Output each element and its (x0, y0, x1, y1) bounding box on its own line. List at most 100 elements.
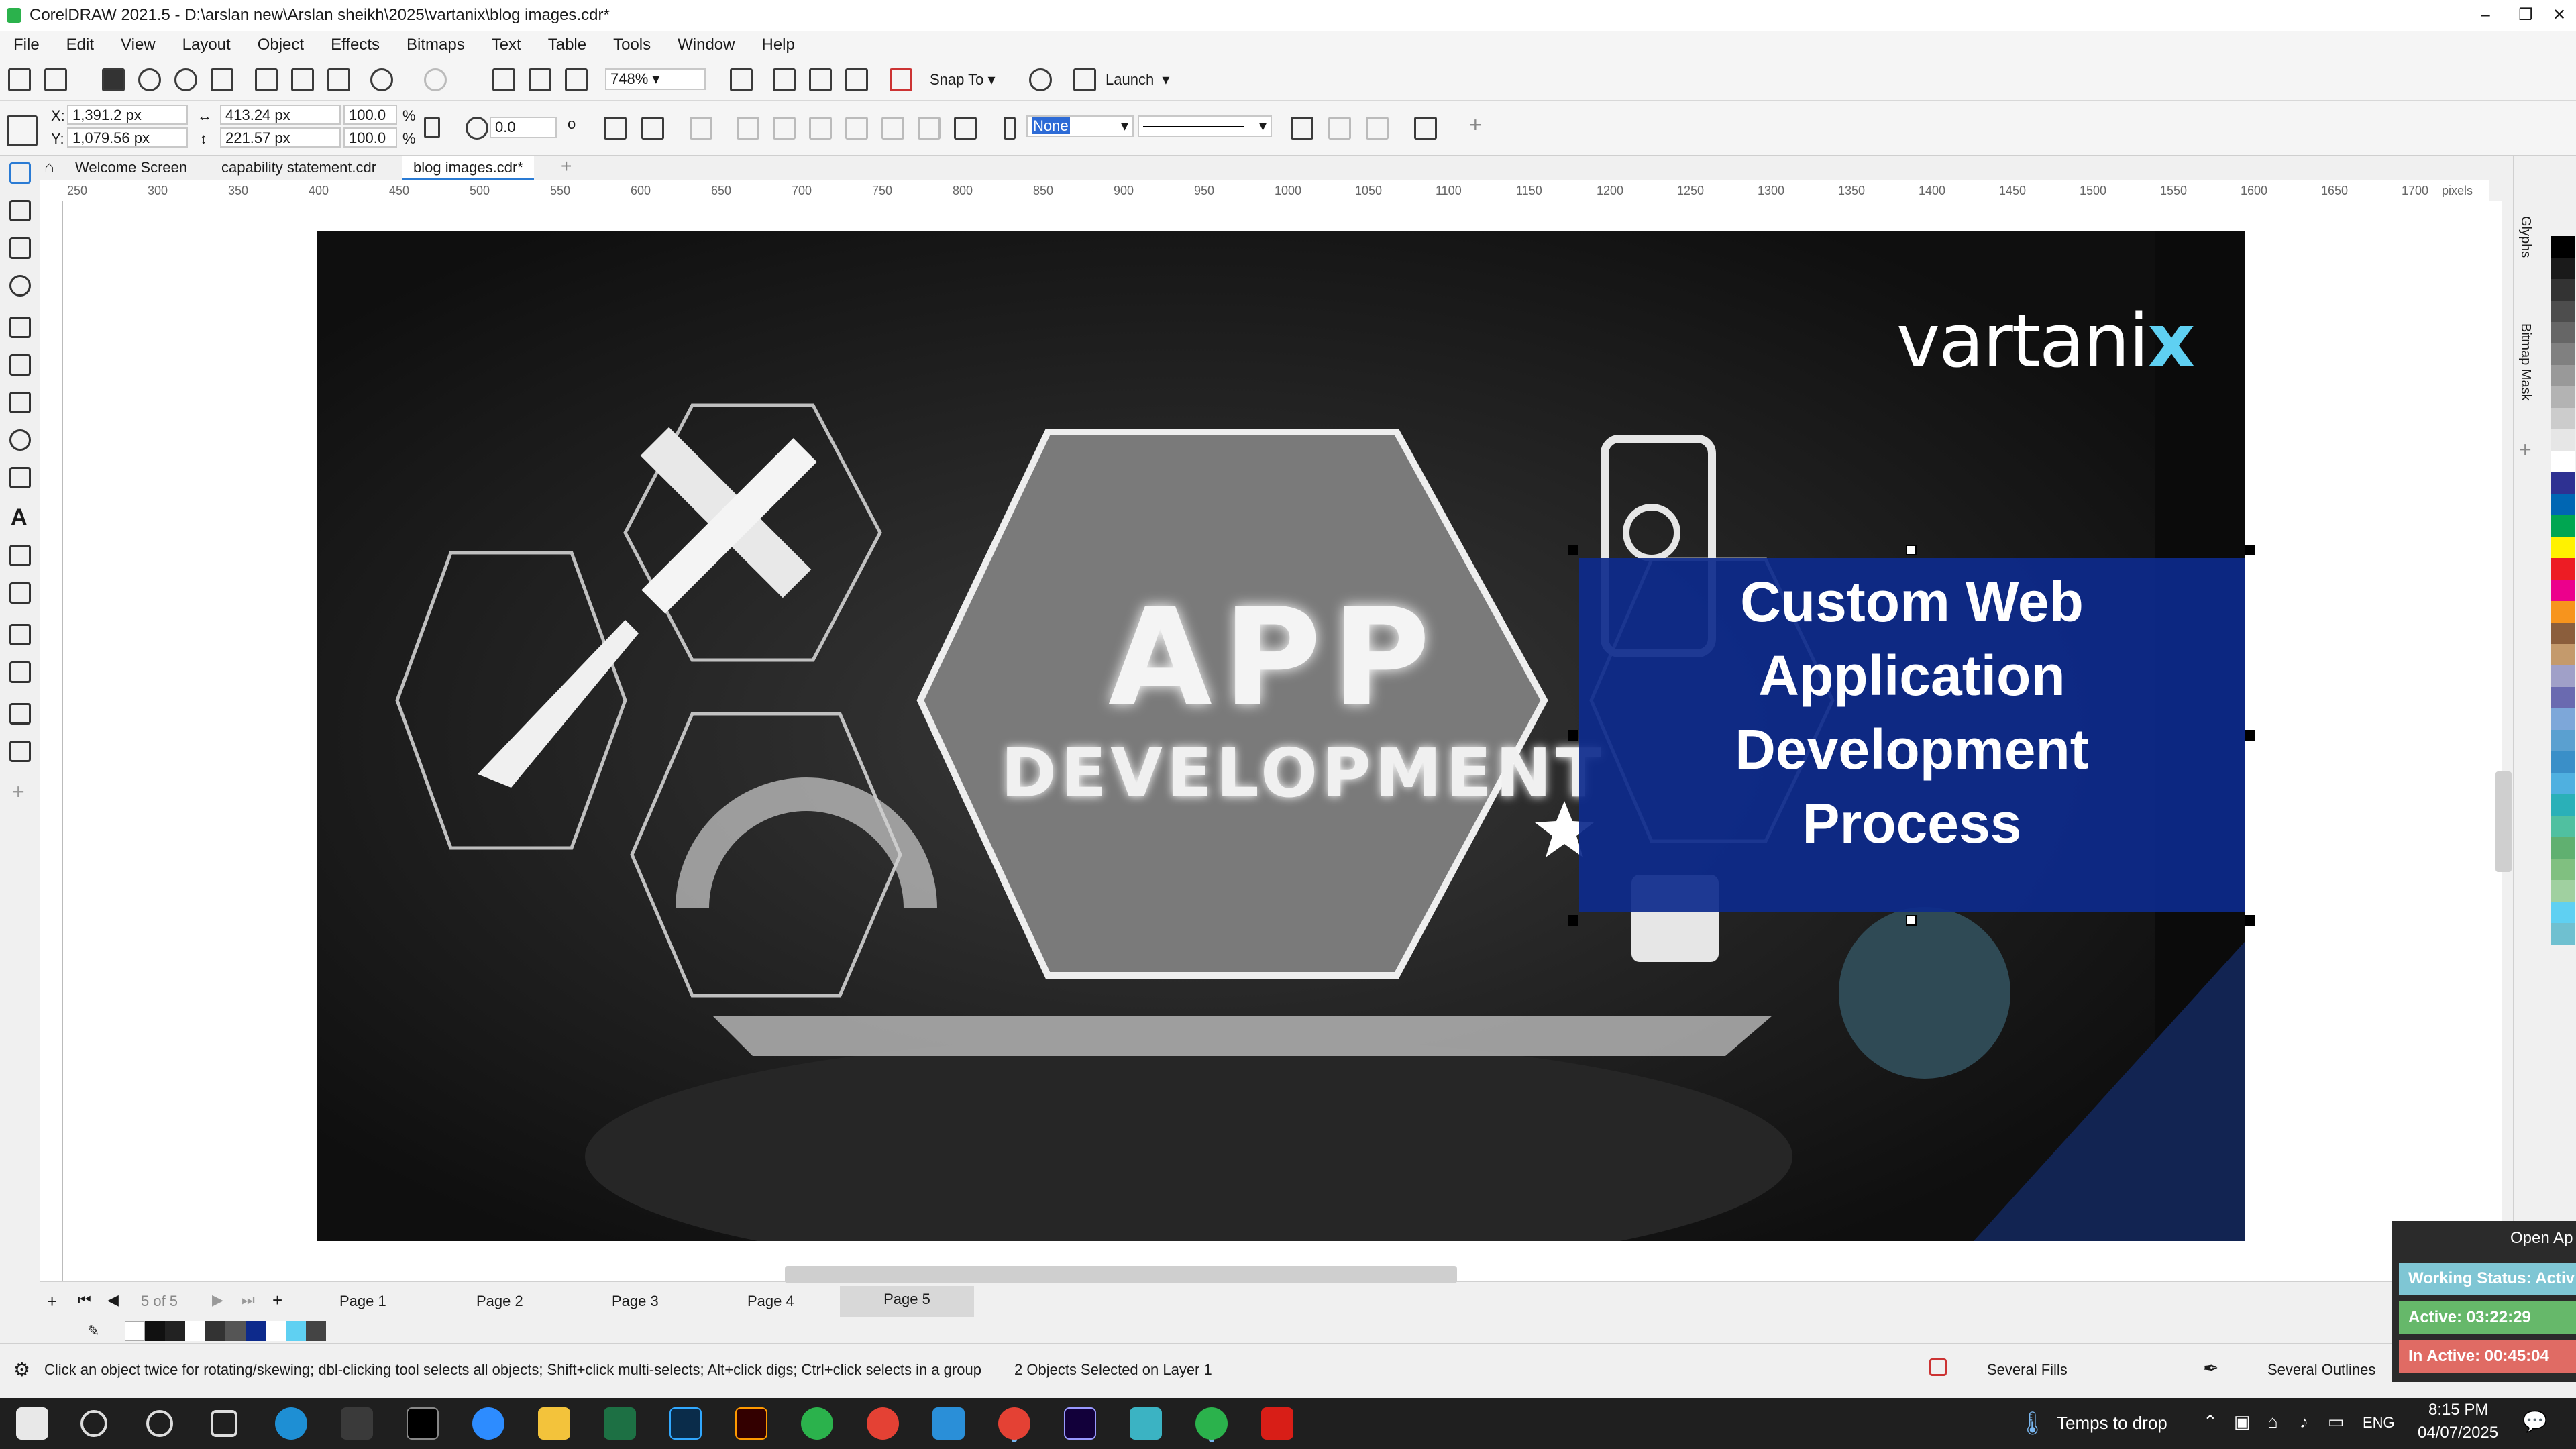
menu-bitmaps[interactable]: Bitmaps (393, 31, 478, 59)
weld-icon[interactable] (773, 117, 796, 140)
group-icon[interactable] (690, 117, 712, 140)
acrobat-icon[interactable] (1261, 1407, 1293, 1440)
create-boundary-icon[interactable] (954, 117, 977, 140)
palette-swatch[interactable] (2551, 343, 2575, 365)
height-field[interactable]: 221.57 px (220, 127, 341, 148)
palette-swatch[interactable] (2551, 322, 2575, 343)
trim-icon[interactable] (809, 117, 832, 140)
vartanix-logo[interactable]: vartanix (1896, 298, 2195, 384)
palette-swatch[interactable] (2551, 902, 2575, 923)
swatch-white-2[interactable] (266, 1321, 286, 1341)
selection-handle-ml[interactable] (1568, 730, 1578, 741)
horizontal-ruler[interactable]: 250 300 350 400 450 500 550 600 650 700 750 800 850 9… (40, 180, 2489, 201)
chrome-profile-icon[interactable] (998, 1407, 1030, 1440)
tray-network-icon[interactable]: ⌂ (2267, 1411, 2278, 1432)
tab-capability-statement[interactable]: capability statement.cdr (211, 156, 387, 180)
selection-handle-bm[interactable] (1906, 915, 1917, 926)
outline-pen-icon[interactable] (1004, 117, 1016, 140)
notifications-icon[interactable]: 💬 (2522, 1410, 2547, 1434)
home-icon[interactable]: ⌂ (44, 158, 54, 177)
shape-tool-icon[interactable] (9, 200, 31, 221)
mirror-horizontal-icon[interactable] (604, 117, 627, 140)
menu-tools[interactable]: Tools (600, 31, 664, 59)
page-tab-3[interactable]: Page 3 (612, 1293, 659, 1310)
add-docker-icon[interactable]: + (2519, 437, 2532, 462)
swatch-navy[interactable] (246, 1321, 266, 1341)
app-text[interactable]: APP (1108, 580, 1441, 736)
swatch-dark[interactable] (205, 1321, 225, 1341)
menu-effects[interactable]: Effects (317, 31, 393, 59)
start-windows-icon[interactable] (16, 1407, 48, 1440)
page-tab-4[interactable]: Page 4 (747, 1293, 794, 1310)
palette-swatch[interactable] (2551, 408, 2575, 429)
task-view-icon[interactable] (211, 1410, 237, 1437)
cloud-upload-icon[interactable] (138, 68, 161, 91)
language-indicator[interactable]: ENG (2363, 1414, 2395, 1432)
page-tab-5[interactable]: Page 5 (840, 1286, 974, 1317)
swatch-gray[interactable] (225, 1321, 246, 1341)
palette-swatch[interactable] (2551, 687, 2575, 708)
save-icon[interactable] (102, 68, 125, 91)
front-minus-back-icon[interactable] (918, 117, 941, 140)
status-gear-icon[interactable]: ⚙ (13, 1358, 30, 1381)
selection-handle-mr[interactable] (2245, 730, 2255, 741)
menu-edit[interactable]: Edit (53, 31, 107, 59)
development-text[interactable]: DEVELOPMENT (1001, 734, 1605, 812)
maximize-icon[interactable]: ❐ (2512, 0, 2539, 31)
palette-swatch[interactable] (2551, 816, 2575, 837)
photoshop-icon[interactable] (669, 1407, 702, 1440)
add-tool-icon[interactable]: + (12, 780, 25, 804)
launch-dropdown[interactable]: Launch ▾ (1106, 68, 1169, 91)
tab-blog-images[interactable]: blog images.cdr* (402, 156, 534, 180)
vertical-ruler[interactable] (40, 201, 63, 1281)
connector-tool-icon[interactable] (9, 582, 31, 604)
swatch-black-2[interactable] (165, 1321, 185, 1341)
headline-text[interactable]: Custom Web Application Development Proce… (1579, 565, 2245, 860)
app-hex-icon[interactable] (1130, 1407, 1162, 1440)
edge-icon[interactable] (275, 1407, 307, 1440)
export-icon[interactable] (529, 68, 551, 91)
pen-tool-icon[interactable] (341, 1407, 373, 1440)
menu-object[interactable]: Object (244, 31, 317, 59)
page-tab-2[interactable]: Page 2 (476, 1293, 523, 1310)
illustrator-icon[interactable] (735, 1407, 767, 1440)
palette-swatch[interactable] (2551, 236, 2575, 258)
swatch-black[interactable] (145, 1321, 165, 1341)
combine-icon[interactable] (737, 117, 759, 140)
palette-swatch[interactable] (2551, 279, 2575, 301)
first-page-icon[interactable]: ⏮ (78, 1291, 91, 1309)
cortana-icon[interactable] (146, 1410, 173, 1437)
menu-view[interactable]: View (107, 31, 169, 59)
vscode-icon[interactable] (932, 1407, 965, 1440)
zoom-app-icon[interactable] (472, 1407, 504, 1440)
palette-swatch[interactable] (2551, 751, 2575, 773)
drop-shadow-icon[interactable] (9, 624, 31, 645)
print-icon[interactable] (211, 68, 233, 91)
horizontal-scrollbar-thumb[interactable] (785, 1266, 1457, 1283)
new-tab-icon[interactable]: + (561, 156, 572, 177)
page-tab-1[interactable]: Page 1 (339, 1293, 386, 1310)
scale-width-field[interactable]: 100.0 (343, 105, 397, 125)
swatch-white[interactable] (185, 1321, 205, 1341)
new-document-icon[interactable] (8, 68, 31, 91)
tracker-open-app[interactable]: Open Ap (2510, 1229, 2573, 1248)
artboard-blog-image[interactable]: APP DEVELOPMENT vartanix Custom Web Appl… (317, 231, 2245, 1241)
tray-apps-icon[interactable]: ▣ (2234, 1411, 2251, 1432)
tab-welcome-screen[interactable]: Welcome Screen (64, 156, 198, 180)
outline-width-field[interactable]: None ▾ (1026, 115, 1134, 137)
next-page-icon[interactable]: ▶ (212, 1291, 223, 1309)
palette-swatch[interactable] (2551, 537, 2575, 558)
pdf-icon[interactable] (565, 68, 588, 91)
color-palette[interactable] (2551, 236, 2575, 945)
palette-swatch[interactable] (2551, 923, 2575, 945)
palette-swatch[interactable] (2551, 794, 2575, 816)
palette-swatch[interactable] (2551, 558, 2575, 580)
y-position-field[interactable]: 1,079.56 px (67, 127, 188, 148)
scale-height-field[interactable]: 100.0 (343, 127, 397, 148)
eyedropper-icon[interactable] (9, 703, 31, 724)
rotation-icon[interactable] (466, 117, 488, 140)
palette-swatch[interactable] (2551, 730, 2575, 751)
intersect-icon[interactable] (845, 117, 868, 140)
coreldraw-taskbar-icon[interactable] (801, 1407, 833, 1440)
line-style-field[interactable]: ▾ (1138, 115, 1272, 137)
